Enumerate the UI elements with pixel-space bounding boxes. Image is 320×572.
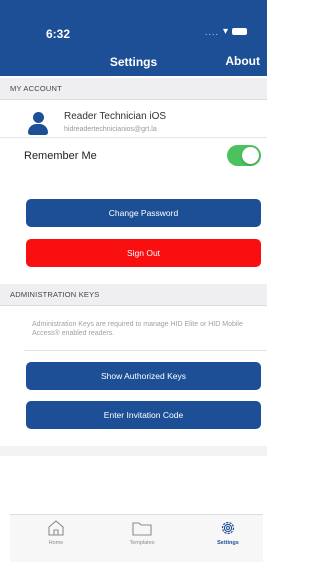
- remember-me-label: Remember Me: [24, 150, 97, 162]
- section-spacer: [0, 446, 267, 456]
- nav-bar: Settings About: [0, 44, 267, 76]
- tab-home-label: Home: [48, 540, 64, 546]
- tab-settings[interactable]: Settings: [198, 519, 258, 559]
- tab-home[interactable]: Home: [26, 519, 86, 559]
- user-avatar-icon: [27, 112, 49, 136]
- status-time: 6:32: [46, 27, 71, 41]
- divider: [24, 350, 267, 351]
- home-icon: [48, 520, 64, 536]
- remember-me-row: Remember Me: [0, 142, 267, 170]
- folder-icon: [132, 522, 152, 536]
- my-account-header: MY ACCOUNT: [0, 78, 267, 100]
- enter-invitation-code-button[interactable]: Enter Invitation Code: [26, 401, 261, 429]
- administration-keys-header: ADMINISTRATION KEYS: [0, 284, 267, 306]
- tab-templates[interactable]: Templates: [112, 519, 172, 559]
- tab-bar: Home Templates Settings: [10, 514, 263, 562]
- status-icons: .... ▾: [205, 26, 247, 37]
- administration-keys-note: Administration Keys are required to mana…: [32, 321, 243, 337]
- status-bar: 6:32 .... ▾: [0, 0, 267, 44]
- gear-icon: [221, 521, 235, 535]
- account-row: Reader Technician iOS hidreadertechnicia…: [0, 104, 267, 138]
- toggle-knob: [242, 147, 259, 164]
- account-name: Reader Technician iOS: [64, 111, 167, 122]
- change-password-button[interactable]: Change Password: [26, 199, 261, 227]
- administration-keys-header-label: ADMINISTRATION KEYS: [10, 290, 100, 299]
- my-account-header-label: MY ACCOUNT: [10, 84, 62, 93]
- signal-icon: ....: [204, 26, 219, 37]
- tab-settings-label: Settings: [217, 540, 239, 546]
- battery-icon: [232, 28, 247, 35]
- about-button[interactable]: About: [225, 54, 260, 68]
- wifi-icon: ▾: [222, 26, 228, 37]
- remember-me-toggle[interactable]: [227, 145, 261, 166]
- account-email: hidreadertechnicianios@grt.la: [64, 126, 157, 133]
- settings-screen: 6:32 .... ▾ Settings About MY ACCOUNT Re…: [0, 0, 267, 572]
- sign-out-button[interactable]: Sign Out: [26, 239, 261, 267]
- show-authorized-keys-button[interactable]: Show Authorized Keys: [26, 362, 261, 390]
- tab-templates-label: Templates: [129, 540, 155, 546]
